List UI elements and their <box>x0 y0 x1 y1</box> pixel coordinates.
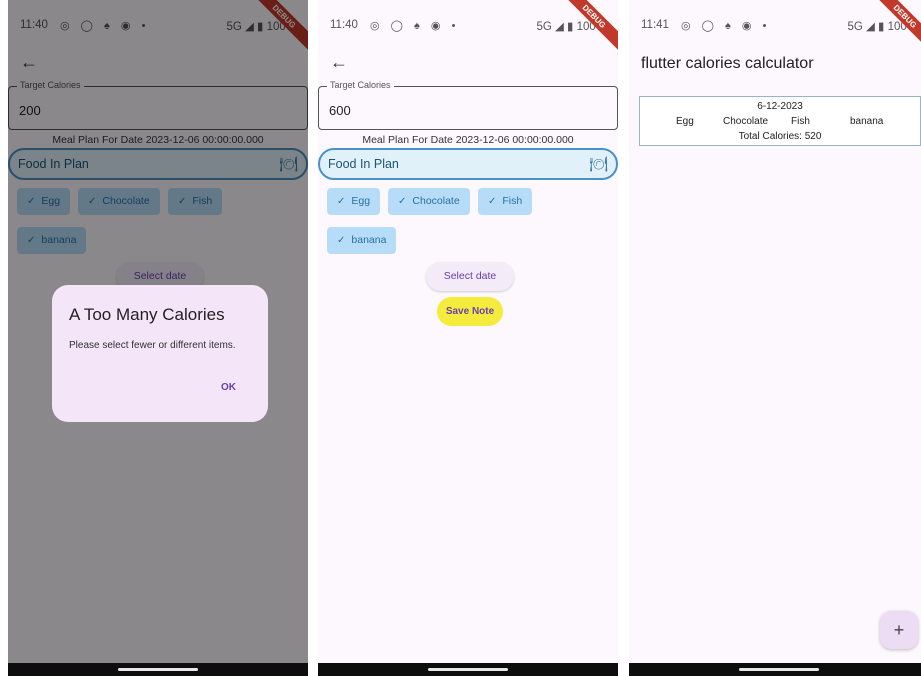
add-button[interactable]: + <box>880 611 918 649</box>
food-in-plan-dropdown[interactable]: Food In Plan 🍽 <box>318 148 618 180</box>
home-indicator[interactable] <box>428 668 508 671</box>
check-icon: ✓ <box>488 196 497 207</box>
target-calories-value: 600 <box>329 103 351 118</box>
chip-label: banana <box>351 234 387 246</box>
chip-label: Egg <box>351 195 371 207</box>
chip-fish[interactable]: ✓ Fish <box>478 188 533 215</box>
select-date-button[interactable]: Select date <box>426 262 514 291</box>
nav-bar <box>8 663 308 676</box>
status-bar: 11:40 ◎ ◯ ♠ ◉ • 5G ◢ ▮ 100% <box>318 0 618 50</box>
check-icon: ✓ <box>398 196 407 207</box>
chip-label: Chocolate <box>412 195 460 207</box>
check-icon: ✓ <box>337 196 346 207</box>
status-bar: 11:41 ◎ ◯ ♠ ◉ • 5G ◢ ▮ 100% <box>629 0 921 50</box>
status-time: 11:40 <box>330 19 358 31</box>
chip-label: Fish <box>502 195 523 207</box>
card-food: Egg <box>676 116 694 127</box>
notification-icons: ◎ ◯ ♠ ◉ • <box>681 20 771 32</box>
save-note-button[interactable]: Save Note <box>437 297 503 326</box>
check-icon: ✓ <box>337 235 346 246</box>
home-indicator[interactable] <box>739 668 819 671</box>
nav-bar <box>629 663 921 676</box>
meal-plan-header: Meal Plan For Date 2023-12-06 00:00:00.0… <box>362 134 574 146</box>
food-in-plan-label: Food In Plan <box>328 157 399 171</box>
dialog-message: Please select fewer or different items. <box>69 340 236 351</box>
meal-plan-card[interactable]: 6-12-2023 Egg Chocolate Fish banana Tota… <box>639 96 921 146</box>
chip-banana[interactable]: ✓ banana <box>327 227 397 254</box>
status-time: 11:41 <box>641 19 669 31</box>
dialog-title: A Too Many Calories <box>69 305 225 324</box>
chip-chocolate[interactable]: ✓ Chocolate <box>388 188 470 215</box>
back-arrow-icon[interactable]: ← <box>330 52 348 73</box>
home-indicator[interactable] <box>118 668 198 671</box>
target-calories-field[interactable]: Target Calories 600 <box>318 80 618 130</box>
screen-home: 11:41 ◎ ◯ ♠ ◉ • 5G ◢ ▮ 100% DEBUG flutte… <box>629 0 921 676</box>
dialog-ok-button[interactable]: OK <box>221 382 236 393</box>
app-title: flutter calories calculator <box>641 55 814 72</box>
too-many-calories-dialog: A Too Many Calories Please select fewer … <box>52 285 268 422</box>
nav-bar <box>318 663 618 676</box>
target-calories-label: Target Calories <box>327 80 394 90</box>
card-total-calories: Total Calories: 520 <box>738 131 822 142</box>
card-food: banana <box>850 116 884 127</box>
card-food: Chocolate <box>723 116 769 127</box>
screen-meal-plan: 11:40 ◎ ◯ ♠ ◉ • 5G ◢ ▮ 100% DEBUG ← Targ… <box>318 0 618 676</box>
notification-icons: ◎ ◯ ♠ ◉ • <box>370 20 460 32</box>
card-food: Fish <box>791 116 810 127</box>
chip-egg[interactable]: ✓ Egg <box>327 188 381 215</box>
food-icon: 🍽 <box>588 156 608 173</box>
screen-too-many-calories: 11:40 ◎ ◯ ♠ ◉ • 5G ◢ ▮ 100% DEBUG ← Targ… <box>8 0 308 676</box>
card-date: 6-12-2023 <box>757 101 803 112</box>
